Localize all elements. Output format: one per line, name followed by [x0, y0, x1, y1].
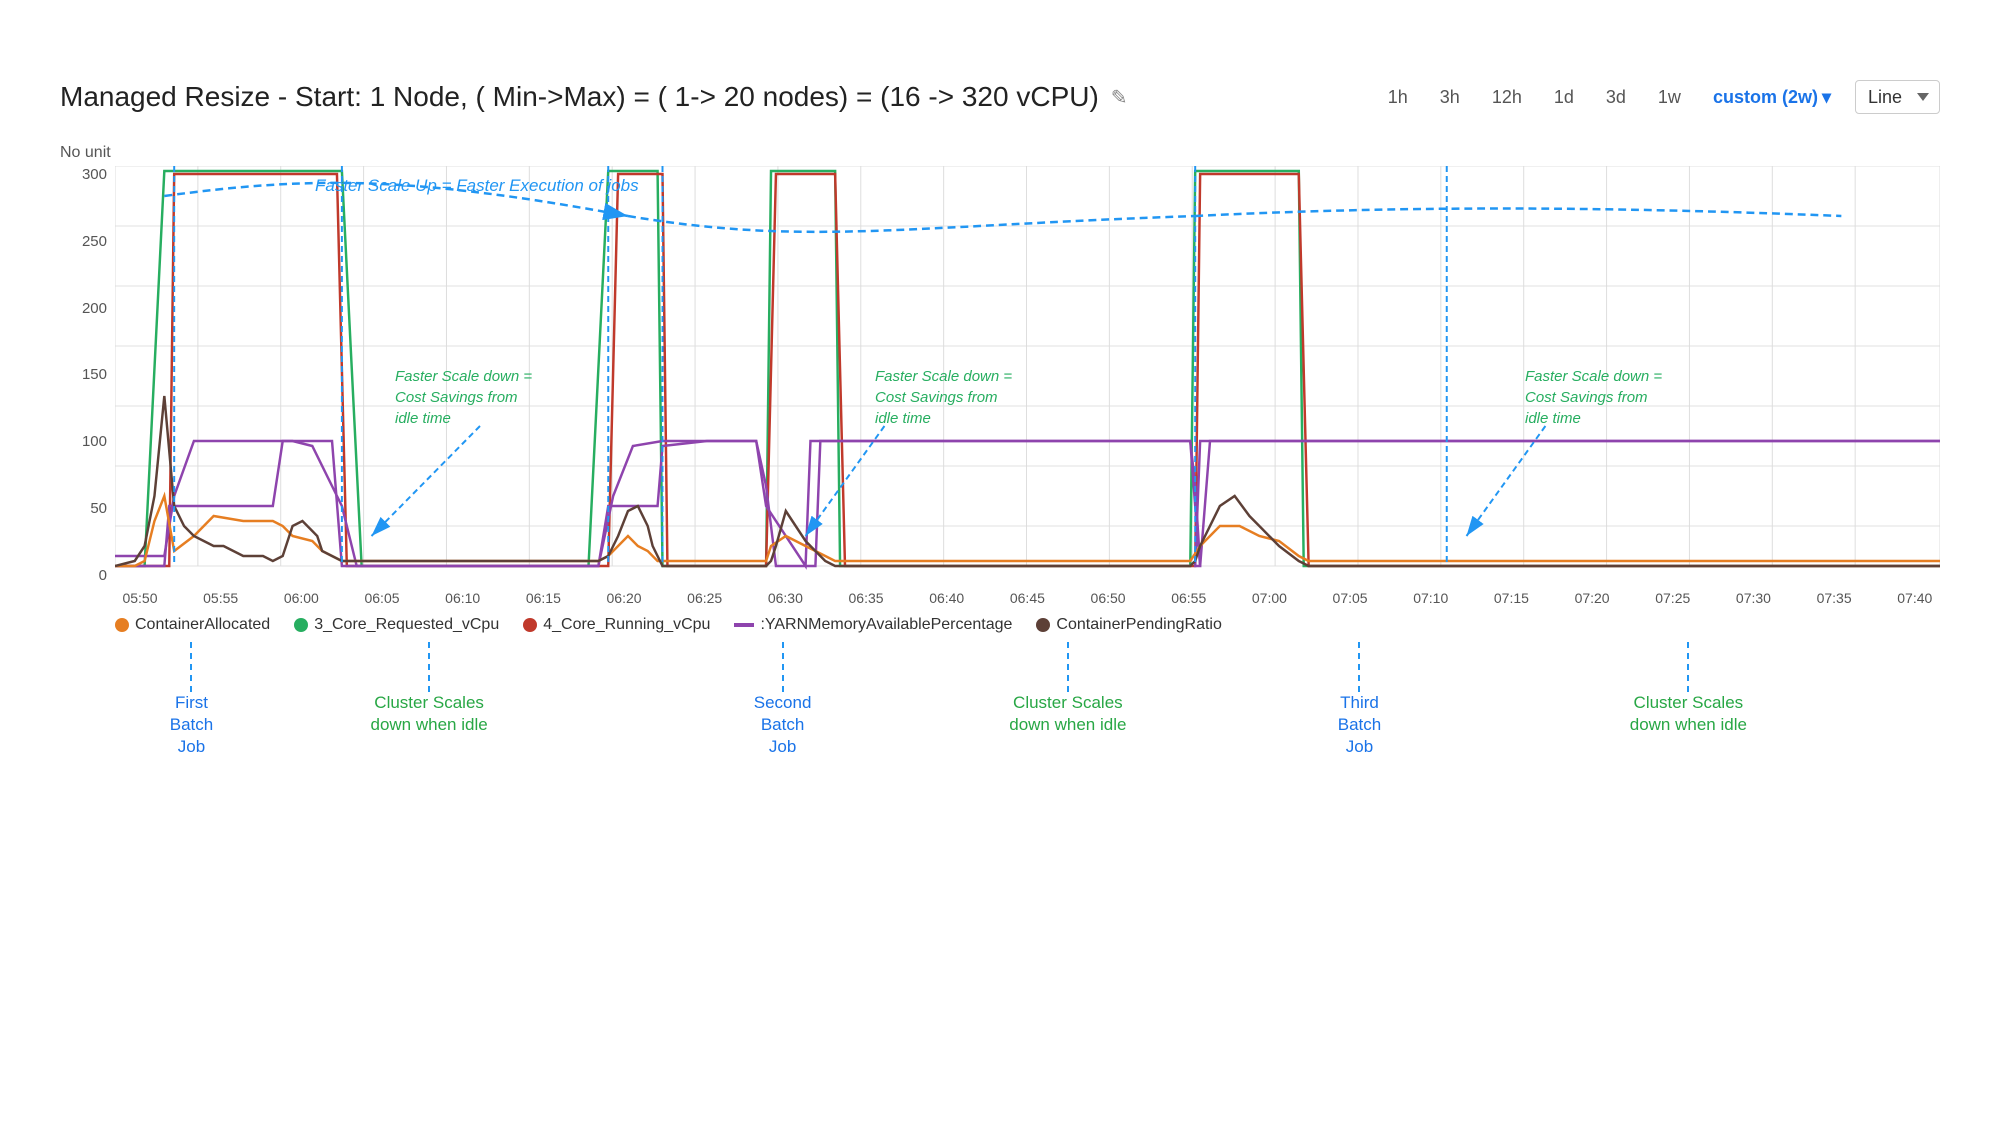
annotation-cluster-down-3: Cluster Scalesdown when idle: [1630, 642, 1747, 736]
y-label-50: 50: [90, 500, 107, 517]
x-label-0620: 06:20: [599, 590, 649, 606]
annotation-first-batch-label: FirstBatchJob: [170, 692, 213, 758]
x-label-0650: 06:50: [1083, 590, 1133, 606]
chart-svg-container: Faster Scale Up = Faster Execution of jo…: [115, 166, 1940, 586]
x-label-0610: 06:10: [438, 590, 488, 606]
y-label-100: 100: [82, 433, 107, 450]
x-label-0625: 06:25: [680, 590, 730, 606]
legend-3core: 3_Core_Requested_vCpu: [294, 616, 499, 634]
chart-wrapper: 300 250 200 150 100 50 0: [60, 166, 1940, 586]
legend-dot-container-allocated: [115, 618, 129, 632]
bottom-annotations-area: FirstBatchJob Cluster Scalesdown when id…: [115, 642, 1940, 792]
legend-dot-3core: [294, 618, 308, 632]
annotation-first-batch: FirstBatchJob: [170, 642, 213, 758]
legend-label-3core: 3_Core_Requested_vCpu: [314, 616, 499, 634]
legend-container-allocated: ContainerAllocated: [115, 616, 270, 634]
scale-down-annotation-1: Faster Scale down =Cost Savings fromidle…: [395, 366, 532, 429]
x-label-0600: 06:00: [276, 590, 326, 606]
x-label-0655: 06:55: [1164, 590, 1214, 606]
x-label-0550: 05:50: [115, 590, 165, 606]
x-axis: 05:50 05:55 06:00 06:05 06:10 06:15 06:2…: [115, 590, 1940, 606]
annotation-third-batch-label: ThirdBatchJob: [1338, 692, 1381, 758]
legend-label-container-allocated: ContainerAllocated: [135, 616, 270, 634]
x-label-0710: 07:10: [1406, 590, 1456, 606]
annotation-third-batch: ThirdBatchJob: [1338, 642, 1381, 758]
annotation-cluster-down-1-label: Cluster Scalesdown when idle: [371, 692, 488, 736]
x-label-0640: 06:40: [922, 590, 972, 606]
faster-scale-up-annotation: Faster Scale Up = Faster Execution of jo…: [315, 176, 639, 196]
y-label-250: 250: [82, 233, 107, 250]
annotation-cluster-down-2-label: Cluster Scalesdown when idle: [1009, 692, 1126, 736]
chart-title: Managed Resize - Start: 1 Node, ( Min->M…: [60, 81, 1128, 113]
chevron-down-icon: ▾: [1822, 87, 1831, 108]
time-btn-1d[interactable]: 1d: [1546, 83, 1582, 112]
legend-label-4core: 4_Core_Running_vCpu: [543, 616, 710, 634]
legend-row: ContainerAllocated 3_Core_Requested_vCpu…: [115, 616, 1940, 634]
legend-label-yarn: :YARNMemoryAvailablePercentage: [760, 616, 1012, 634]
y-label-200: 200: [82, 300, 107, 317]
x-label-0645: 06:45: [1002, 590, 1052, 606]
x-label-0740: 07:40: [1890, 590, 1940, 606]
x-label-0725: 07:25: [1648, 590, 1698, 606]
x-label-0730: 07:30: [1728, 590, 1778, 606]
time-btn-1h[interactable]: 1h: [1380, 83, 1416, 112]
legend-dot-4core: [523, 618, 537, 632]
y-label-300: 300: [82, 166, 107, 183]
x-label-0735: 07:35: [1809, 590, 1859, 606]
legend-yarn: :YARNMemoryAvailablePercentage: [734, 616, 1012, 634]
legend-line-yarn: [734, 623, 754, 627]
time-btn-12h[interactable]: 12h: [1484, 83, 1530, 112]
scale-down-annotation-3: Faster Scale down =Cost Savings fromidle…: [1525, 366, 1662, 429]
x-label-0715: 07:15: [1486, 590, 1536, 606]
controls-row: 1h 3h 12h 1d 3d 1w custom (2w) ▾ Line Ba…: [1380, 80, 1940, 114]
time-btn-custom[interactable]: custom (2w) ▾: [1705, 83, 1839, 112]
header-row: Managed Resize - Start: 1 Node, ( Min->M…: [60, 80, 1940, 114]
x-label-0605: 06:05: [357, 590, 407, 606]
annotation-second-batch-label: SecondBatchJob: [754, 692, 812, 758]
legend-container-pending: ContainerPendingRatio: [1036, 616, 1221, 634]
y-axis: 300 250 200 150 100 50 0: [60, 166, 115, 586]
legend-label-container-pending: ContainerPendingRatio: [1056, 616, 1221, 634]
annotation-cluster-down-3-label: Cluster Scalesdown when idle: [1630, 692, 1747, 736]
title-text: Managed Resize - Start: 1 Node, ( Min->M…: [60, 81, 1099, 113]
edit-icon[interactable]: ✎: [1111, 85, 1128, 110]
annotation-cluster-down-1: Cluster Scalesdown when idle: [371, 642, 488, 736]
no-unit-label: No unit: [60, 144, 1940, 162]
scale-down-annotation-2: Faster Scale down =Cost Savings fromidle…: [875, 366, 1012, 429]
chart-type-select[interactable]: Line Bar Area: [1855, 80, 1940, 114]
annotation-cluster-down-2: Cluster Scalesdown when idle: [1009, 642, 1126, 736]
legend-dot-container-pending: [1036, 618, 1050, 632]
time-btn-3d[interactable]: 3d: [1598, 83, 1634, 112]
time-btn-1w[interactable]: 1w: [1650, 83, 1689, 112]
annotation-second-batch: SecondBatchJob: [754, 642, 812, 758]
time-btn-3h[interactable]: 3h: [1432, 83, 1468, 112]
x-label-0555: 05:55: [196, 590, 246, 606]
legend-4core: 4_Core_Running_vCpu: [523, 616, 710, 634]
x-label-0615: 06:15: [518, 590, 568, 606]
x-label-0635: 06:35: [841, 590, 891, 606]
custom-label: custom (2w): [1713, 87, 1818, 108]
chart-area: No unit 300 250 200 150 100 50 0: [60, 144, 1940, 792]
y-label-150: 150: [82, 366, 107, 383]
chart-svg: [115, 166, 1940, 586]
x-label-0700: 07:00: [1244, 590, 1294, 606]
x-label-0705: 07:05: [1325, 590, 1375, 606]
x-label-0630: 06:30: [760, 590, 810, 606]
x-label-0720: 07:20: [1567, 590, 1617, 606]
y-label-0: 0: [99, 567, 107, 584]
